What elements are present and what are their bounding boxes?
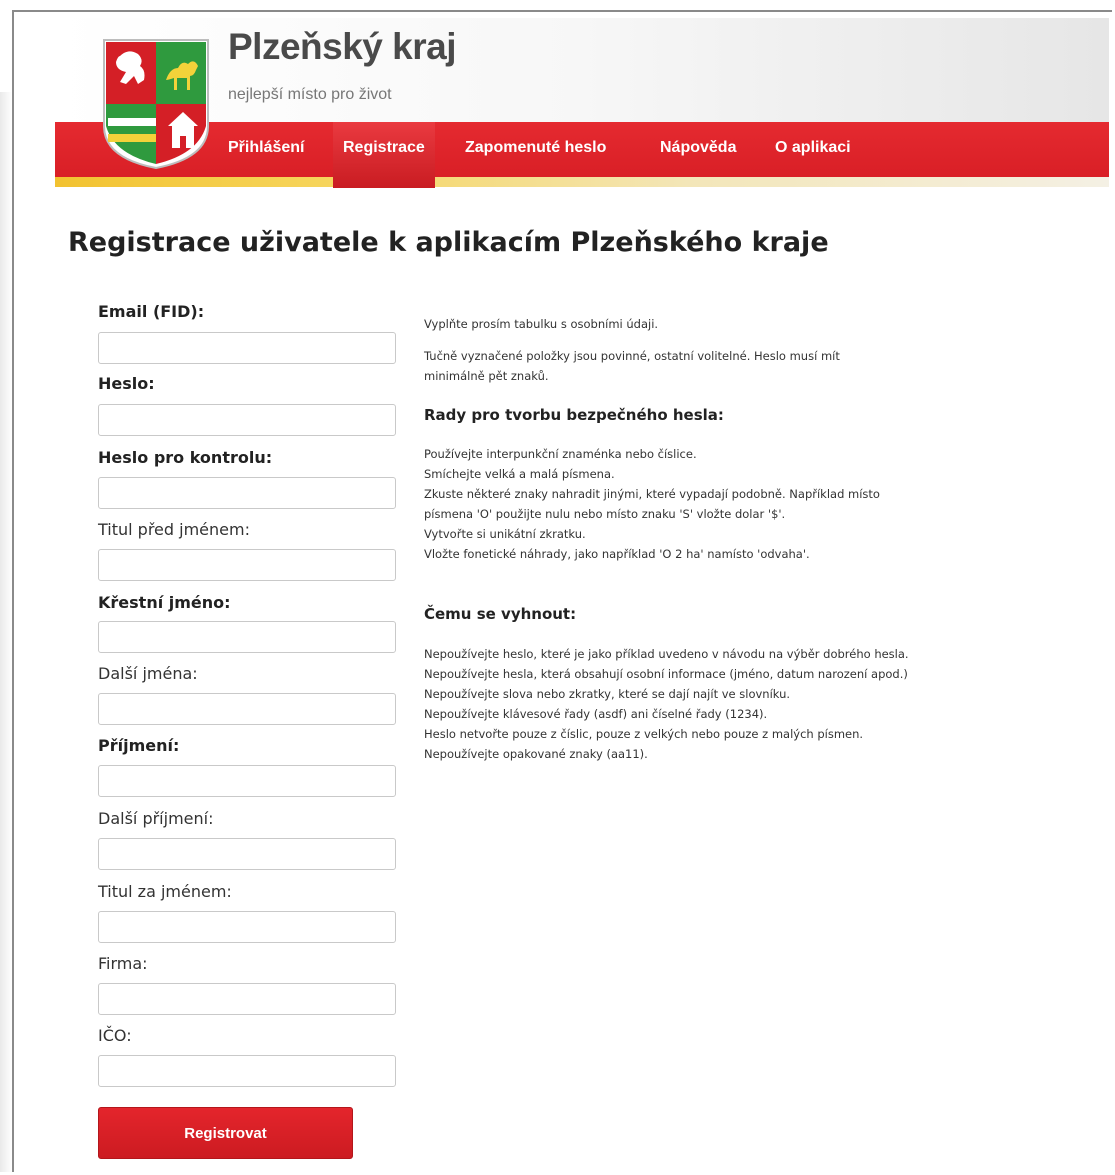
avoid-heading: Čemu se vyhnout: [424,605,577,623]
nav-item-registrace[interactable]: Registrace [333,122,435,188]
help-intro-text: Vyplňte prosím tabulku s osobními údaji. [424,317,659,331]
label-other-names: Další jména: [98,664,198,683]
site-header [55,18,1109,122]
label-password-confirm: Heslo pro kontrolu: [98,448,273,467]
password-confirm-field[interactable] [98,477,396,509]
avoid-item: Nepoužívejte slova nebo zkratky, které s… [424,687,791,701]
label-title-after: Titul za jménem: [98,882,232,901]
avoid-item: Nepoužívejte hesla, která obsahují osobn… [424,667,908,681]
label-company: Firma: [98,954,148,973]
tip-item: Vytvořte si unikátní zkratku. [424,527,586,541]
tips-list: Používejte interpunkční znaménka nebo čí… [424,444,914,564]
help-required-note-text: Tučně vyznačené položky jsou povinné, os… [424,349,840,383]
help-intro: Vyplňte prosím tabulku s osobními údaji. [424,314,924,334]
ico-field[interactable] [98,1055,396,1087]
label-email: Email (FID): [98,302,205,321]
surname-field[interactable] [98,765,396,797]
tips-heading: Rady pro tvorbu bezpečného hesla: [424,406,724,424]
left-shade [0,92,12,1172]
other-names-field[interactable] [98,693,396,725]
label-surname: Příjmení: [98,736,180,755]
company-field[interactable] [98,983,396,1015]
avoid-item: Nepoužívejte opakované znaky (aa11). [424,747,648,761]
tip-item: Používejte interpunkční znaménka nebo čí… [424,447,697,461]
label-ico: IČO: [98,1026,132,1045]
tip-item: Vložte fonetické náhrady, jako například… [424,547,810,561]
avoid-list: Nepoužívejte heslo, které je jako příkla… [424,644,914,764]
site-title: Plzeňský kraj [228,26,456,67]
other-surname-field[interactable] [98,838,396,870]
nav-item-zapomenute-heslo[interactable]: Zapomenuté heslo [465,122,606,188]
page-title: Registrace uživatele k aplikacím Plzeňsk… [68,227,829,258]
title-after-field[interactable] [98,911,396,943]
label-first-name: Křestní jméno: [98,593,231,612]
tip-item: Zkuste některé znaky nahradit jinými, kt… [424,487,880,521]
label-other-surname: Další příjmení: [98,809,214,828]
nav-item-prihlaseni[interactable]: Přihlášení [228,122,304,188]
site-subtitle: nejlepší místo pro život [228,86,392,103]
password-field[interactable] [98,404,396,436]
label-password: Heslo: [98,374,155,393]
register-button[interactable]: Registrovat [98,1107,353,1159]
avoid-item: Heslo netvořte pouze z číslic, pouze z v… [424,727,864,741]
tip-item: Smíchejte velká a malá písmena. [424,467,615,481]
email-field[interactable] [98,332,396,364]
coat-of-arms-logo [103,39,209,170]
label-title-before: Titul před jménem: [98,520,250,539]
help-required-note: Tučně vyznačené položky jsou povinné, os… [424,346,894,386]
nav-item-o-aplikaci[interactable]: O aplikaci [775,122,851,188]
title-before-field[interactable] [98,549,396,581]
avoid-item: Nepoužívejte heslo, které je jako příkla… [424,647,909,661]
first-name-field[interactable] [98,621,396,653]
avoid-item: Nepoužívejte klávesové řady (asdf) ani č… [424,707,768,721]
nav-item-napoveda[interactable]: Nápověda [660,122,736,188]
